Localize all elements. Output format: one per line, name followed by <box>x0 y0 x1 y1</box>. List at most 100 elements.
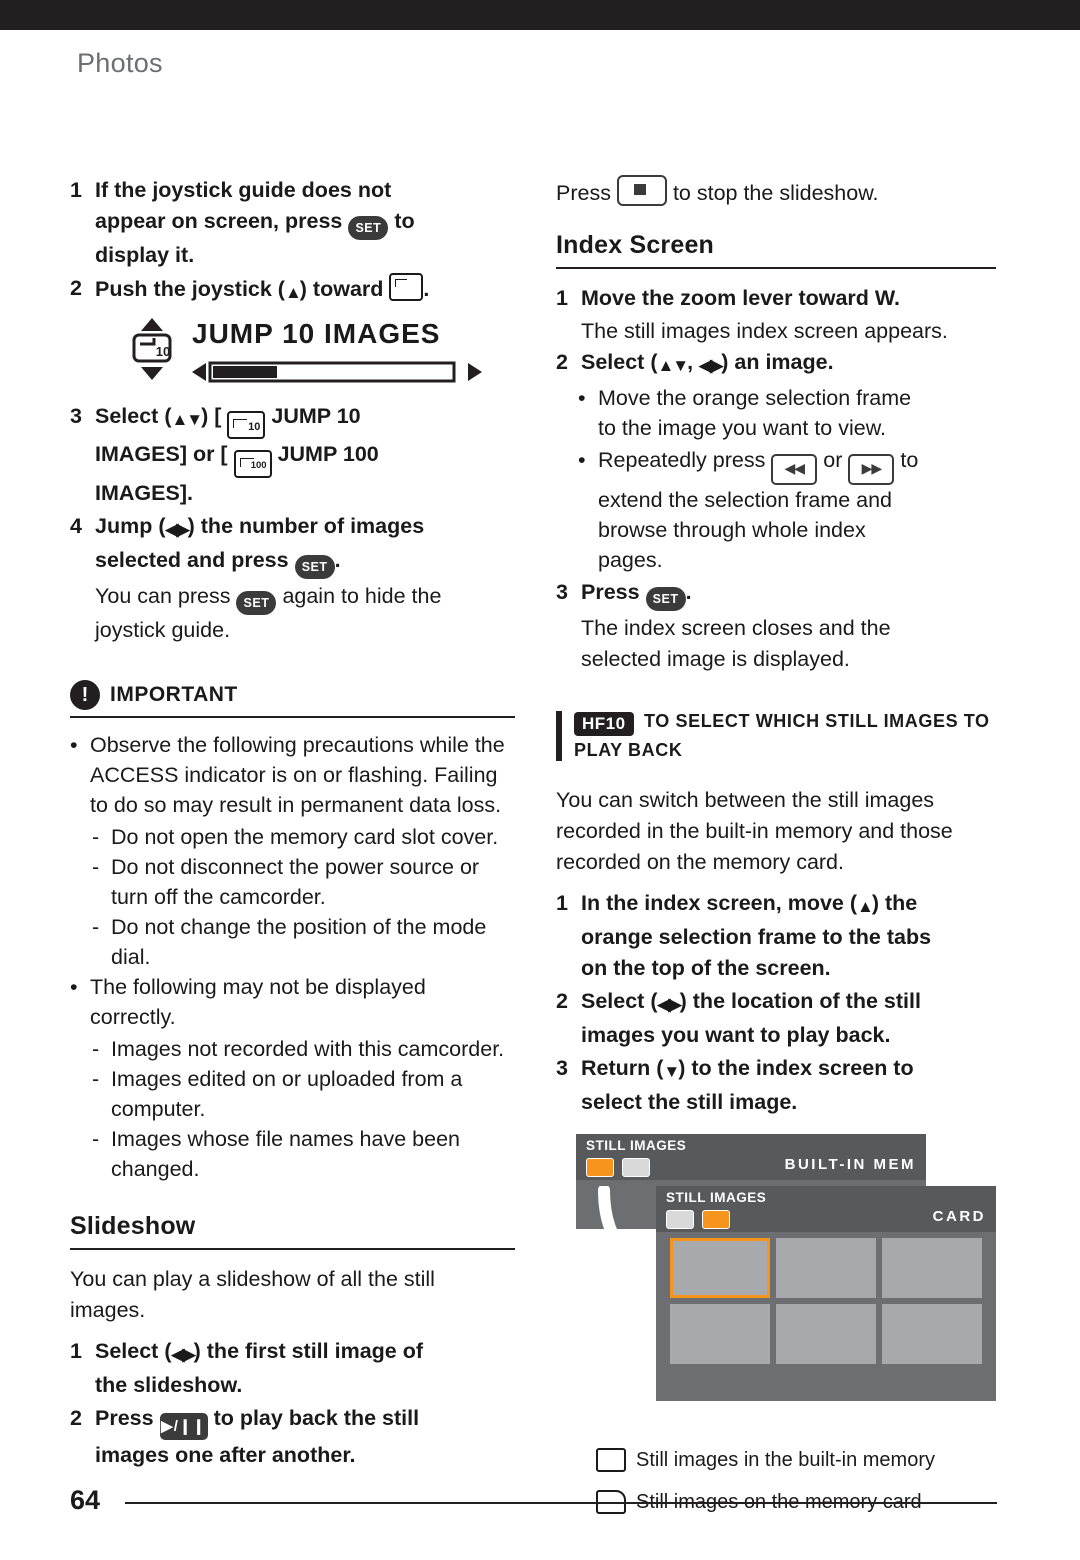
tab-memory-card[interactable] <box>622 1158 650 1177</box>
divider <box>70 1248 515 1250</box>
hf10-model-badge: HF10 <box>574 712 634 736</box>
thumbnail[interactable] <box>776 1304 876 1364</box>
step-number: 1 <box>70 1339 82 1363</box>
important-dash: - Do not change the position of the mode … <box>70 912 515 972</box>
hf10-caption-line1: TO SELECT WHICH STILL IMAGES TO <box>644 711 990 731</box>
step-text: Press ▶/❙❙ to play back the still images… <box>95 1406 420 1467</box>
step-text: Move the zoom lever toward W. <box>581 286 900 310</box>
built-in-memory-icon <box>596 1448 626 1472</box>
joystick-leftright-icon: ◀▶ <box>165 520 189 539</box>
bullet-dot: • <box>70 975 78 999</box>
thumbnail[interactable] <box>882 1238 982 1298</box>
joystick-down-icon: ▼ <box>663 1062 680 1081</box>
step-3: 3 Select (▲▼) [ 10 JUMP 10 IMAGES] or [ … <box>70 401 515 509</box>
bullet-dot: • <box>578 386 586 410</box>
jump-icon <box>389 273 424 301</box>
step-number: 1 <box>70 178 82 202</box>
dash-mark: - <box>92 855 100 879</box>
hf10-step-2: 2 Select (◀▶) the location of the still … <box>556 986 996 1051</box>
set-button-icon: SET <box>348 216 389 240</box>
jump-slider-graphic <box>192 361 482 383</box>
dash-mark: - <box>92 1127 100 1151</box>
step-number: 2 <box>556 989 568 1013</box>
hf10-step-3: 3 Return (▼) to the index screen to sele… <box>556 1053 996 1118</box>
step-4-note: You can press SET again to hide the joys… <box>95 584 442 642</box>
bullet-dot: • <box>578 448 586 472</box>
important-bullet: • Observe the following precautions while… <box>70 730 515 820</box>
step-text: Push the joystick (▲) toward . <box>95 273 429 308</box>
step-text: Select (▲▼, ◀▶) an image. <box>581 347 834 381</box>
step-4: 4 Jump (◀▶) the number of images selecte… <box>70 511 515 579</box>
slideshow-intro: You can play a slideshow of all the stil… <box>70 1267 435 1322</box>
important-bullet: • The following may not be displayed corr… <box>70 972 515 1032</box>
tab-built-in-memory[interactable] <box>666 1210 694 1229</box>
dash-mark: - <box>92 1067 100 1091</box>
right-column: Press to stop the slideshow. Index Scree… <box>556 175 996 1517</box>
step-number: 1 <box>556 891 568 915</box>
set-button-icon: SET <box>236 591 277 615</box>
stop-slideshow-line: Press to stop the slideshow. <box>556 175 996 209</box>
step-1: 1 If the joystick guide does not appear … <box>70 175 515 271</box>
joystick-leftright-icon: ◀▶ <box>657 995 681 1014</box>
step-number: 3 <box>556 1056 568 1080</box>
thumbnail[interactable] <box>776 1238 876 1298</box>
jump-display-label: JUMP 10 IMAGES <box>192 318 441 349</box>
step-number: 4 <box>70 514 82 538</box>
hf10-header: HF10 TO SELECT WHICH STILL IMAGES TO PLA… <box>574 711 996 761</box>
important-dash: - Images edited on or uploaded from a com… <box>70 1064 515 1124</box>
index-screen-heading: Index Screen <box>556 231 715 259</box>
jump-guide-icon: 10 <box>132 318 172 380</box>
joystick-updown-icon: ▲▼ <box>171 410 203 429</box>
thumbnail[interactable] <box>670 1238 770 1298</box>
divider <box>556 267 996 269</box>
dash-mark: - <box>92 915 100 939</box>
play-pause-button-icon: ▶/❙❙ <box>159 1413 208 1440</box>
hf10-intro: You can switch between the still images … <box>556 788 953 874</box>
step-text: Return (▼) to the index screen to select… <box>581 1056 914 1114</box>
step-text: Select (◀▶) the first still image of the… <box>95 1339 424 1397</box>
svg-text:10: 10 <box>156 344 170 359</box>
tab-memory-card[interactable] <box>702 1210 730 1229</box>
chapter-title: Photos <box>77 48 163 78</box>
screen-location-label: CARD <box>932 1208 986 1225</box>
jump-display-illustration: 10 JUMP 10 IMAGES <box>130 316 515 391</box>
thumbnail[interactable] <box>670 1304 770 1364</box>
jump-100-icon: 100 <box>233 450 272 478</box>
screen-memory-card: STILL IMAGES CARD <box>656 1186 996 1401</box>
tab-row <box>586 1158 650 1177</box>
page-body: Photos 1 If the joystick guide does not … <box>0 30 1080 1560</box>
index-step-2: 2 Select (▲▼, ◀▶) an image. <box>556 347 996 381</box>
hf10-step-1: 1 In the index screen, move (▲) the oran… <box>556 888 996 984</box>
tab-built-in-memory[interactable] <box>586 1158 614 1177</box>
hf10-section: HF10 TO SELECT WHICH STILL IMAGES TO PLA… <box>556 711 996 761</box>
set-button-icon: SET <box>294 555 335 579</box>
step-number: 3 <box>70 404 82 428</box>
thumbnail-grid <box>670 1238 982 1364</box>
dash-mark: - <box>92 825 100 849</box>
step-text: In the index screen, move (▲) the orange… <box>581 891 932 980</box>
screen-title: STILL IMAGES <box>666 1190 767 1205</box>
index-bullet-2: • Repeatedly press ◀◀ or ▶▶ to extend th… <box>556 445 996 575</box>
slideshow-step-2: 2 Press ▶/❙❙ to play back the still imag… <box>70 1403 515 1471</box>
step-number: 3 <box>556 580 568 604</box>
important-header: ! IMPORTANT <box>70 680 515 710</box>
step-text: Press SET. <box>581 577 692 611</box>
index-step-1-note: The still images index screen appears. <box>581 319 948 343</box>
step-text: Select (▲▼) [ 10 JUMP 10 IMAGES] or [ 10… <box>95 404 379 505</box>
joystick-up-icon: ▲ <box>284 283 302 302</box>
joystick-up-icon: ▲ <box>857 897 874 916</box>
important-dash: - Images whose file names have been chang… <box>70 1124 515 1184</box>
index-step-1: 1 Move the zoom lever toward W. <box>556 283 996 314</box>
step-text: If the joystick guide does not appear on… <box>95 178 415 267</box>
fast-reverse-button-icon: ◀◀ <box>771 454 818 485</box>
step-number: 2 <box>556 350 568 374</box>
index-step-3: 3 Press SET. <box>556 577 996 611</box>
thumbnail[interactable] <box>882 1304 982 1364</box>
fast-forward-button-icon: ▶▶ <box>848 454 895 485</box>
footer-rule <box>125 1502 997 1504</box>
page-number: 64 <box>70 1485 101 1515</box>
stop-button-icon <box>616 175 667 206</box>
joystick-leftright-icon: ◀▶ <box>699 356 723 375</box>
exclamation-icon: ! <box>70 680 100 710</box>
step-text: Jump (◀▶) the number of images selected … <box>95 511 424 579</box>
